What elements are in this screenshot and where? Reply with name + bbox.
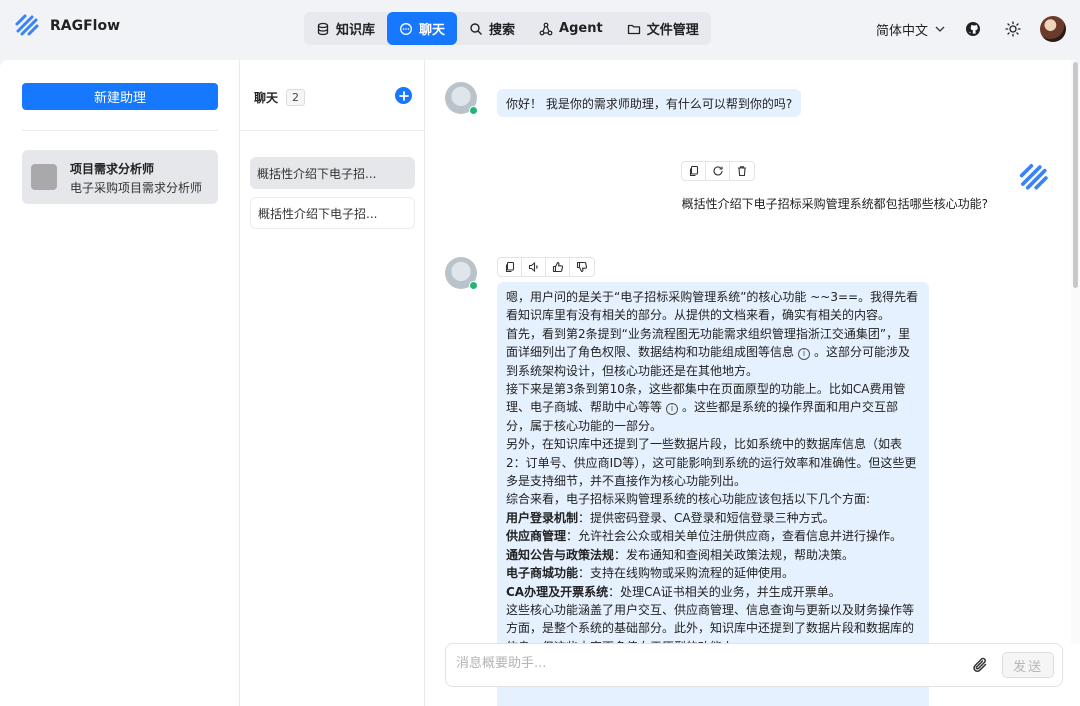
divider: [22, 130, 218, 131]
assistant-description: 电子采购项目需求分析师: [70, 181, 203, 195]
answer-paragraph: 综合来看，电子招标采购管理系统的核心功能应该包括以下几个方面:: [506, 492, 871, 507]
feature-name: 供应商管理: [506, 529, 567, 544]
dislike-button[interactable]: [570, 258, 594, 276]
conversation-panel: 你好！ 我是你的需求师助理，有什么可以帮到你的吗? 概括性介绍下电子招标采购管理…: [426, 60, 1080, 706]
plus-icon: [398, 90, 409, 101]
divider: [240, 130, 425, 131]
user-message-avatar-icon: [1019, 164, 1048, 190]
feature-item: 电子商城功能：支持在线购物或采购流程的延伸使用。: [506, 564, 920, 582]
assistant-card[interactable]: 项目需求分析师 电子采购项目需求分析师: [22, 150, 218, 204]
conversation-scrollbar-thumb[interactable]: [1073, 62, 1078, 288]
chat-list-header: 聊天 2: [254, 89, 306, 106]
feature-text: ：处理CA证书相关的业务，并生成开票单。: [608, 584, 841, 599]
nav-label: Agent: [559, 21, 603, 36]
feature-item: 用户登录机制：提供密码登录、CA登录和短信登录三种方式。: [506, 509, 920, 527]
nav-label: 文件管理: [646, 23, 699, 38]
copy-button[interactable]: [682, 162, 706, 180]
ragflow-logo-icon: [15, 14, 39, 36]
message-input[interactable]: [456, 656, 956, 671]
feature-text: ：支持在线购物或采购流程的延伸使用。: [578, 566, 795, 581]
nav-chat[interactable]: 聊天: [387, 12, 458, 45]
add-chat-button[interactable]: [395, 87, 412, 104]
nav-knowledge-base[interactable]: 知识库: [304, 12, 387, 45]
user-avatar[interactable]: [1040, 16, 1066, 42]
feature-text: ：提供密码登录、CA登录和短信登录三种方式。: [578, 510, 835, 525]
app-logo[interactable]: RAGFlow: [14, 12, 120, 40]
speaker-icon: [528, 261, 538, 273]
citation-info-icon[interactable]: i: [666, 403, 679, 416]
search-icon: [470, 22, 483, 35]
app-name: RAGFlow: [50, 18, 121, 34]
paperclip-icon[interactable]: [971, 655, 991, 675]
send-button[interactable]: 发送: [1002, 652, 1054, 678]
delete-button[interactable]: [730, 162, 754, 180]
nav-label: 知识库: [336, 23, 376, 38]
header-actions: 简体中文: [876, 16, 1066, 42]
answer-paragraph: 嗯，用户问的是关于“电子招标采购管理系统”的核心功能 ~~3==。我得先看看知识…: [506, 290, 919, 323]
answer-toolbar: [497, 257, 595, 277]
conversation-item[interactable]: 概括性介绍下电子招...: [250, 157, 415, 189]
user-message-toolbar: [681, 161, 755, 181]
message-composer: 发送: [445, 643, 1063, 687]
feature-text: ：发布通知和查阅相关政策法规，帮助决策。: [614, 547, 855, 562]
github-icon: [966, 22, 980, 36]
trash-icon: [738, 166, 746, 177]
copy-icon: [689, 165, 698, 177]
like-button[interactable]: [546, 258, 570, 276]
main-panel: 新建助理 项目需求分析师 电子采购项目需求分析师 聊天 2 概括性介绍下电子招.…: [0, 60, 1080, 706]
online-status-dot: [469, 281, 478, 290]
github-button[interactable]: [960, 16, 986, 42]
agent-graph-icon: [539, 22, 553, 35]
language-label: 简体中文: [875, 23, 928, 39]
feature-text: ：允许社会公众或相关单位注册供应商，查看信息并进行操作。: [566, 529, 903, 544]
conversation-item[interactable]: 概括性介绍下电子招...: [250, 197, 415, 229]
feature-name: 用户登录机制: [506, 510, 579, 525]
feature-name: CA办理及开票系统: [506, 584, 609, 599]
feature-item: 供应商管理：允许社会公众或相关单位注册供应商，查看信息并进行操作。: [506, 527, 920, 545]
read-aloud-button[interactable]: [522, 258, 546, 276]
online-status-dot: [469, 106, 478, 115]
nav-label: 聊天: [419, 23, 446, 38]
feature-name: 通知公告与政策法规: [506, 547, 615, 562]
chat-bubble-icon: [400, 22, 412, 35]
assistant-message-avatar: [445, 257, 478, 290]
answer-paragraph: 另外，在知识库中还提到了一些数据片段，比如系统中的数据库信息（如表2：订单号、供…: [506, 437, 917, 489]
citation-info-icon[interactable]: i: [798, 348, 811, 361]
top-header: RAGFlow 知识库 聊天 搜索 Agent 文件管理 简体中文: [0, 0, 1080, 60]
thumbs-up-icon: [552, 261, 563, 273]
folder-icon: [627, 24, 640, 34]
new-assistant-button[interactable]: 新建助理: [22, 83, 218, 110]
feature-item: 通知公告与政策法规：发布通知和查阅相关政策法规，帮助决策。: [506, 546, 920, 564]
feature-item: CA办理及开票系统：处理CA证书相关的业务，并生成开票单。: [506, 583, 920, 601]
thumbs-down-icon: [576, 261, 588, 273]
assistant-avatar: [31, 164, 57, 190]
answer-paragraph: 接下来是第3条到第10条，这些都集中在页面原型的功能上。比如CA费用管理、电子商…: [506, 380, 920, 435]
sun-icon: [1005, 21, 1021, 37]
assistant-sidebar: 新建助理 项目需求分析师 电子采购项目需求分析师: [0, 60, 240, 706]
chevron-down-icon: [935, 26, 945, 32]
nav-file-management[interactable]: 文件管理: [615, 12, 711, 45]
assistant-name: 项目需求分析师: [70, 162, 155, 176]
chat-count-badge: 2: [286, 89, 306, 106]
feature-name: 电子商城功能: [506, 566, 579, 581]
refresh-icon: [712, 166, 723, 176]
theme-toggle-button[interactable]: [1000, 16, 1026, 42]
regenerate-button[interactable]: [706, 162, 730, 180]
user-question-message: 概括性介绍下电子招标采购管理系统都包括哪些核心功能?: [681, 197, 988, 211]
copy-icon: [505, 261, 514, 273]
assistant-greeting-message: 你好！ 我是你的需求师助理，有什么可以帮到你的吗?: [497, 89, 802, 117]
chat-list-panel: 聊天 2 概括性介绍下电子招... 概括性介绍下电子招...: [240, 60, 425, 706]
answer-paragraph: 首先，看到第2条提到“业务流程图无功能需求组织管理指浙江交通集团”，里面详细列出…: [506, 325, 920, 380]
copy-button[interactable]: [498, 258, 522, 276]
nav-label: 搜索: [489, 23, 516, 38]
nav-search[interactable]: 搜索: [457, 12, 527, 45]
nav-agent[interactable]: Agent: [527, 12, 615, 45]
assistant-message-avatar: [445, 82, 478, 115]
main-nav: 知识库 聊天 搜索 Agent 文件管理: [304, 12, 711, 45]
language-select[interactable]: 简体中文: [876, 20, 946, 39]
chat-list-title: 聊天: [254, 91, 279, 105]
database-icon: [317, 22, 329, 35]
